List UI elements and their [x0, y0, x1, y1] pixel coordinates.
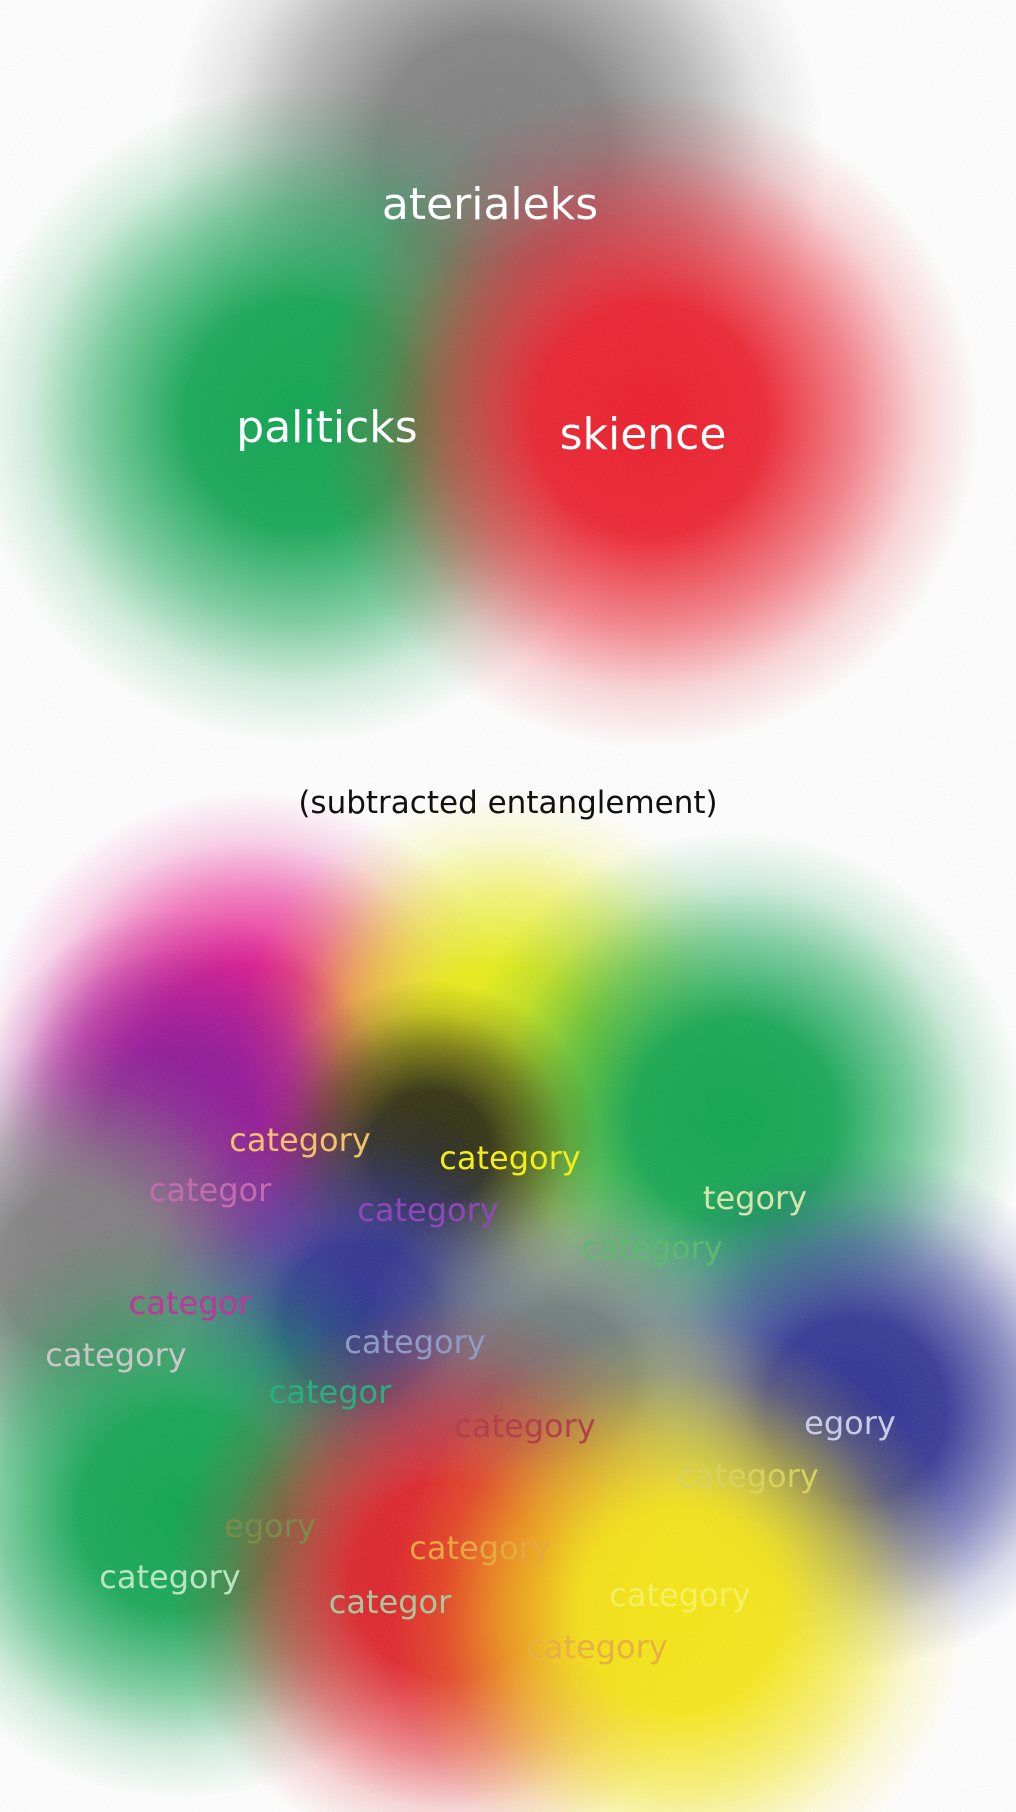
category-label: category	[45, 1336, 187, 1374]
category-label: category	[581, 1229, 723, 1267]
category-label: category	[344, 1323, 486, 1361]
category-label: egory	[804, 1404, 896, 1442]
category-label: category	[454, 1407, 596, 1445]
category-label: categor	[128, 1284, 252, 1322]
category-label: category	[99, 1558, 241, 1596]
label-aterialeks: aterialeks	[381, 179, 599, 230]
category-label: category	[439, 1139, 581, 1177]
category-label: categor	[328, 1583, 452, 1621]
label-paliticks: paliticks	[236, 402, 418, 453]
caption: (subtracted entanglement)	[298, 785, 718, 821]
category-label: category	[677, 1457, 819, 1495]
category-label: tegory	[702, 1179, 808, 1217]
label-skience: skience	[559, 409, 727, 460]
category-label: categor	[268, 1373, 392, 1411]
category-label: category	[357, 1191, 499, 1229]
category-label: egory	[224, 1507, 316, 1545]
category-label: category	[229, 1121, 371, 1159]
category-label: category	[609, 1576, 751, 1614]
category-label: category	[526, 1628, 668, 1666]
category-label: category	[409, 1529, 551, 1567]
category-label: categor	[148, 1171, 272, 1209]
